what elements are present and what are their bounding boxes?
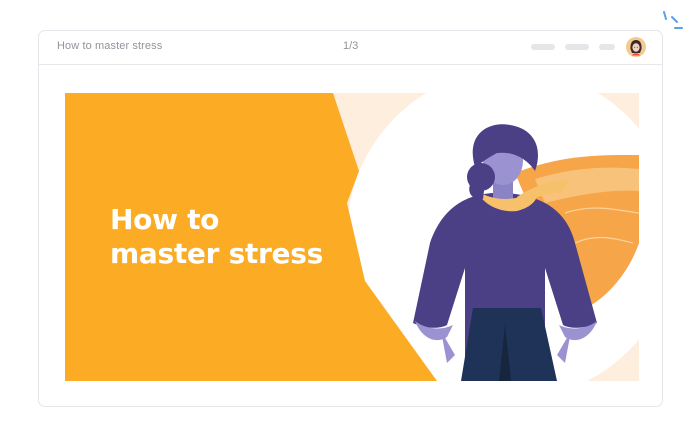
presentation-window: How to master stress 1/3 How to master s…: [38, 30, 663, 407]
window-titlebar: How to master stress 1/3: [39, 31, 662, 65]
slide-title-line-2: master stress: [110, 237, 323, 270]
slide-title: How to master stress: [110, 203, 360, 271]
toolbar-placeholder-1[interactable]: [531, 44, 555, 50]
slide-title-line-1: How to: [110, 203, 220, 236]
toolbar-placeholder-3[interactable]: [599, 44, 615, 50]
document-title: How to master stress: [57, 40, 163, 52]
page-counter: 1/3: [343, 40, 359, 52]
user-avatar[interactable]: [626, 37, 646, 57]
toolbar-placeholder-2[interactable]: [565, 44, 589, 50]
slide-canvas[interactable]: How to master stress: [65, 93, 639, 381]
stage: How to master stress 1/3 How to master s…: [0, 0, 700, 441]
